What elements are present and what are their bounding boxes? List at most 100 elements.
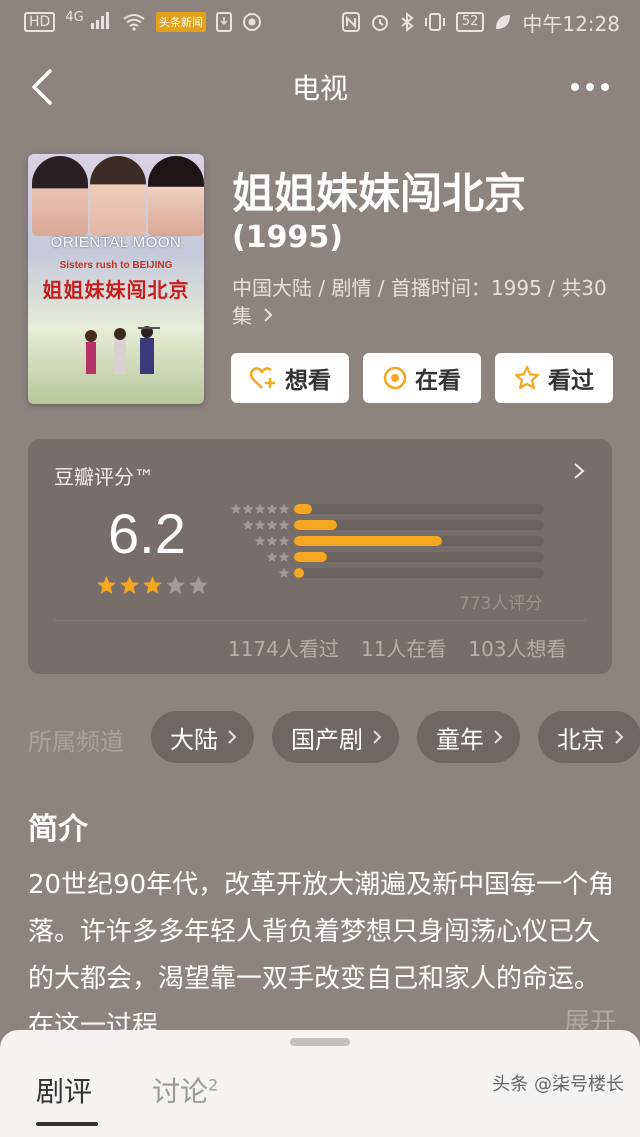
poster-english-title: ORIENTAL MOON	[50, 234, 182, 251]
star-small-icon	[254, 503, 266, 514]
battery-icon: 52	[455, 12, 485, 32]
rating-bar-track	[294, 520, 544, 530]
tab-underline	[36, 1122, 98, 1126]
nfc-icon	[341, 12, 360, 32]
channel-chip-label: 童年	[436, 725, 484, 754]
want-count[interactable]: 103人想看	[468, 633, 566, 662]
leaf-icon	[496, 15, 511, 29]
channel-chip-label: 国产剧	[291, 725, 363, 754]
rating-distribution	[224, 501, 544, 581]
rating-bar-track	[294, 536, 544, 546]
rating-bar-fill	[294, 520, 337, 530]
discussion-count: 2	[208, 1075, 219, 1095]
bar-stars	[224, 551, 290, 563]
divider	[54, 620, 586, 621]
app-notification-icon	[243, 13, 262, 31]
rating-stats: 1174人看过 11人在看 103人想看	[228, 633, 567, 662]
star-small-icon	[242, 503, 254, 514]
watching-button[interactable]: 在看	[363, 353, 481, 403]
bluetooth-icon	[401, 12, 414, 32]
poster-chinese-title: 姐姐妹妹闯北京	[42, 278, 190, 302]
nav-bar: 电视	[0, 56, 640, 118]
poster-figure	[32, 156, 88, 236]
rating-bar-track	[294, 504, 544, 514]
rating-bar-row	[224, 501, 544, 517]
bar-stars	[224, 503, 290, 515]
star-small-icon	[278, 567, 290, 578]
chevron-right-icon	[574, 463, 585, 479]
star-filled-icon	[120, 576, 139, 594]
score-stars	[96, 575, 209, 596]
channel-label: 所属频道	[28, 728, 124, 756]
bar-stars	[224, 535, 290, 547]
tab-discussion[interactable]: 讨论2	[152, 1070, 218, 1110]
network-type: 4G	[65, 10, 84, 25]
page-title: 电视	[291, 72, 348, 105]
more-button[interactable]	[560, 62, 610, 112]
channel-list: 大陆 国产剧 童年 北京	[151, 711, 640, 763]
chevron-right-icon	[228, 730, 237, 744]
rating-count: 773人评分	[459, 594, 543, 614]
chevron-right-icon	[615, 730, 624, 744]
star-empty-icon	[189, 576, 208, 594]
star-small-icon	[266, 535, 278, 546]
chevron-right-icon	[264, 308, 273, 322]
want-to-watch-button[interactable]: 想看	[231, 353, 349, 403]
star-small-icon	[254, 535, 266, 546]
channel-chip-label: 大陆	[170, 725, 218, 754]
signal-icon	[91, 12, 110, 29]
star-empty-icon	[166, 576, 185, 594]
tab-reviews[interactable]: 剧评	[36, 1070, 92, 1110]
rating-bar-track	[294, 552, 544, 562]
rating-score: 6.2	[108, 502, 186, 565]
show-year: (1995)	[232, 220, 343, 255]
vibrate-icon	[424, 13, 445, 31]
more-dots-icon	[571, 83, 609, 91]
bar-stars	[224, 567, 290, 579]
rating-bar-fill	[294, 552, 327, 562]
rating-bar-track	[294, 568, 544, 578]
star-small-icon	[242, 519, 254, 530]
channel-chip[interactable]: 童年	[417, 711, 520, 763]
poster-figure	[90, 156, 146, 236]
watched-count[interactable]: 1174人看过	[228, 633, 339, 662]
back-arrow-icon	[32, 69, 52, 105]
watched-button[interactable]: 看过	[495, 353, 613, 403]
star-small-icon	[278, 551, 290, 562]
rating-bar-row	[224, 533, 544, 549]
rating-bar-row	[224, 549, 544, 565]
star-small-icon	[278, 535, 290, 546]
rating-bar-row	[224, 565, 544, 581]
alarm-icon	[371, 15, 388, 31]
channel-chip[interactable]: 国产剧	[272, 711, 399, 763]
poster-figure	[148, 156, 204, 236]
watching-count[interactable]: 11人在看	[361, 633, 446, 662]
rating-bar-fill	[294, 504, 312, 514]
show-meta-text: 中国大陆 / 剧情 / 首播时间：1995 / 共30集	[232, 276, 607, 328]
action-buttons: 想看 在看 看过	[231, 353, 613, 403]
show-poster[interactable]: ORIENTAL MOON Sisters rush to BEIJING 姐姐…	[28, 154, 204, 404]
status-bar: HD 4G 头条新闻 52 中午12:28	[0, 0, 640, 44]
sim-icon	[216, 12, 233, 32]
back-button[interactable]	[30, 62, 80, 112]
star-small-icon	[278, 519, 290, 530]
chevron-right-icon	[494, 730, 503, 744]
poster-illustration	[85, 326, 160, 374]
rating-bar-row	[224, 517, 544, 533]
show-meta[interactable]: 中国大陆 / 剧情 / 首播时间：1995 / 共30集	[232, 274, 618, 330]
show-title: 姐姐妹妹闯北京	[232, 169, 527, 218]
star-small-icon	[266, 519, 278, 530]
watermark: 头条 @柒号楼长	[492, 1070, 624, 1096]
star-small-icon	[254, 519, 266, 530]
star-outline-icon	[514, 365, 540, 390]
watching-icon	[383, 366, 407, 390]
star-filled-icon	[97, 576, 116, 594]
drag-handle[interactable]	[290, 1038, 350, 1046]
intro-heading: 简介	[28, 812, 88, 847]
heart-plus-icon	[249, 367, 275, 389]
rating-card[interactable]: 豆瓣评分™ 6.2 773人评分 1174人看过 11人在看 103人想看	[28, 439, 612, 674]
channel-chip[interactable]: 大陆	[151, 711, 254, 763]
channel-chip[interactable]: 北京	[538, 711, 640, 763]
channel-chip-label: 北京	[557, 725, 605, 754]
hd-indicator: HD	[24, 12, 56, 32]
